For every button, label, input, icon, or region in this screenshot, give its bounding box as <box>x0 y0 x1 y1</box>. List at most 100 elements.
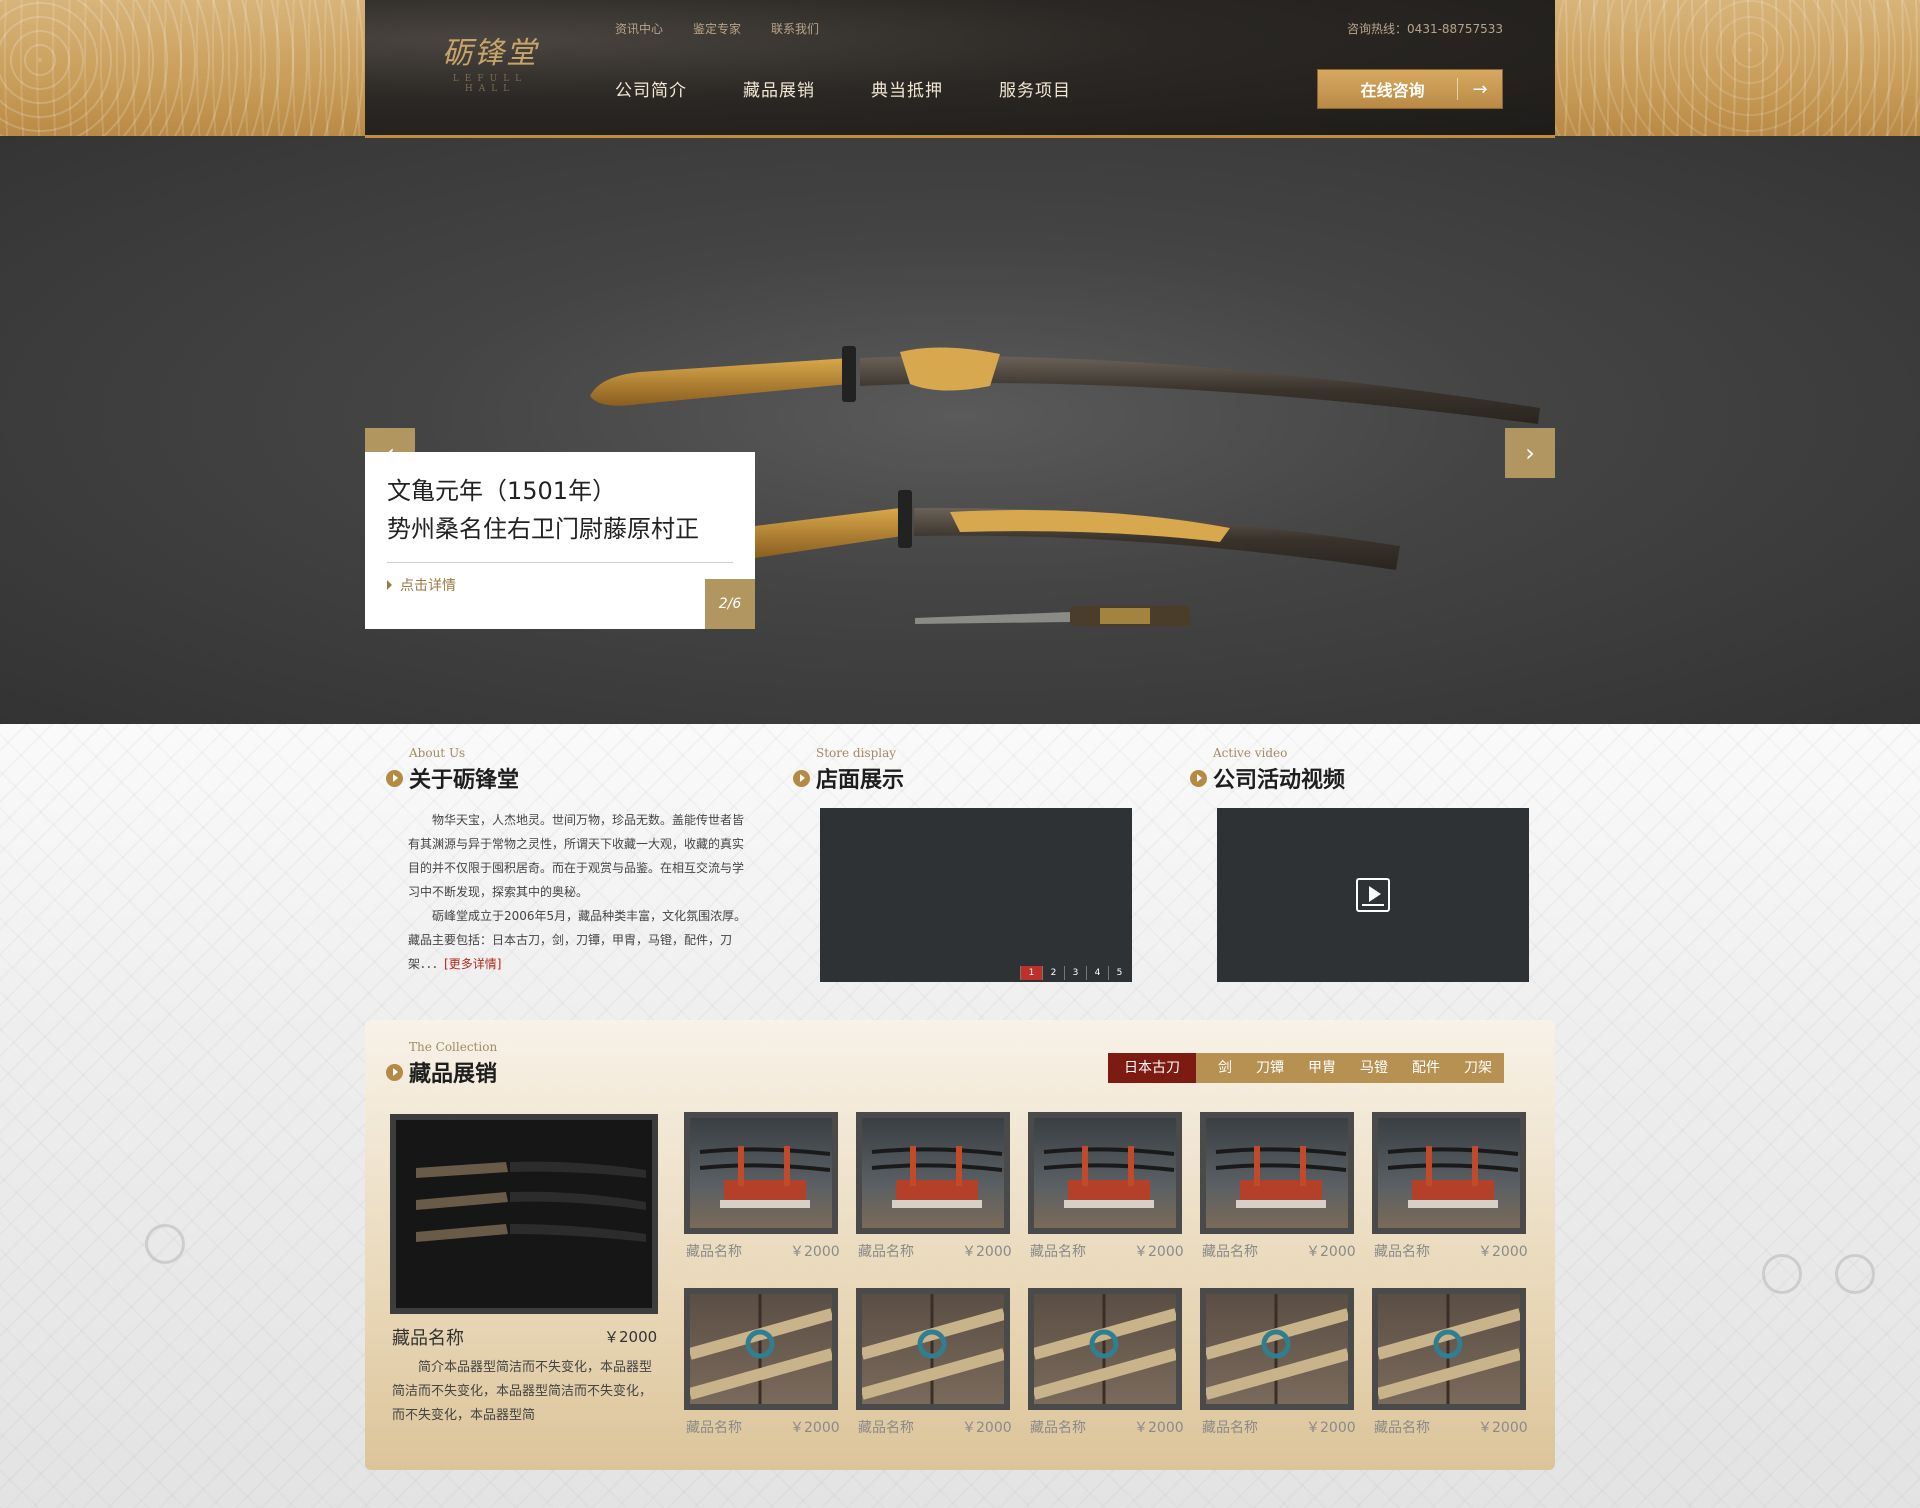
collection-item-image[interactable] <box>856 1112 1010 1234</box>
tab-japanese-swords[interactable]: 日本古刀 <box>1108 1053 1196 1083</box>
site-logo[interactable]: 砺锋堂 LEFULL HALL <box>425 28 555 98</box>
collection-heading-cn: 藏品展销 <box>409 1061 498 1087</box>
collection-item-price: ￥2000 <box>1478 1420 1528 1436</box>
collection-item-image[interactable] <box>1028 1288 1182 1410</box>
online-consult-label: 在线咨询 <box>1360 81 1425 100</box>
store-page-4[interactable]: 4 <box>1086 966 1108 980</box>
featured-item-image[interactable] <box>390 1114 658 1314</box>
tab-sword[interactable]: 剑 <box>1206 1053 1244 1083</box>
top-link-news[interactable]: 资讯中心 <box>615 20 663 37</box>
nav-item-collection[interactable]: 藏品展销 <box>743 76 815 101</box>
decorative-crest-icon <box>145 1224 185 1264</box>
collection-item-price: ￥2000 <box>962 1244 1012 1260</box>
bullet-arrow-icon <box>1190 769 1207 787</box>
video-heading: Active video 公司活动视频 <box>1190 746 1345 794</box>
caption-divider <box>387 562 733 563</box>
logo-text-cn: 砺锋堂 <box>442 36 538 71</box>
top-links: 资讯中心 鉴定专家 联系我们 <box>615 20 819 37</box>
tab-armor[interactable]: 甲胄 <box>1296 1053 1348 1083</box>
hero-next-button[interactable]: › <box>1505 428 1555 478</box>
collection-item-image[interactable] <box>856 1288 1010 1410</box>
collection-item-name[interactable]: 藏品名称 <box>1030 1241 1086 1261</box>
collection-item-price: ￥2000 <box>790 1244 840 1260</box>
featured-katana-image <box>396 1120 652 1308</box>
online-consult-button[interactable]: 在线咨询 → <box>1317 69 1503 109</box>
top-link-contact[interactable]: 联系我们 <box>771 20 819 37</box>
store-page-1[interactable]: 1 <box>1020 966 1042 980</box>
collection-item-image[interactable] <box>1028 1112 1182 1234</box>
sword-stand-image <box>871 1146 1003 1208</box>
collection-item-image[interactable] <box>684 1288 838 1410</box>
header: 砺锋堂 LEFULL HALL 资讯中心 鉴定专家 联系我们 咨询热线：0431… <box>365 0 1555 138</box>
nav-item-about[interactable]: 公司简介 <box>615 76 687 101</box>
collection-item-price: ￥2000 <box>790 1420 840 1436</box>
sword-stand-image <box>699 1146 831 1208</box>
caption-details-link[interactable]: 点击详情 <box>387 575 733 595</box>
tab-sword-stand[interactable]: 刀架 <box>1452 1053 1504 1083</box>
store-page-3[interactable]: 3 <box>1064 966 1086 980</box>
collection-item-image[interactable] <box>684 1112 838 1234</box>
about-paragraph-1: 物华天宝，人杰地灵。世间万物，珍品无数。盖能传世者皆有其渊源与异于常物之灵性，所… <box>408 813 745 899</box>
sword-detail-image <box>862 1294 1004 1404</box>
caption-title-line1: 文亀元年（1501年） <box>387 477 617 505</box>
featured-item-price: ￥2000 <box>604 1328 658 1346</box>
collection-item-image[interactable] <box>1200 1112 1354 1234</box>
collection-item-name[interactable]: 藏品名称 <box>1202 1417 1258 1437</box>
slide-page-indicator: 2/6 <box>705 579 755 629</box>
collection-item-price: ￥2000 <box>1478 1244 1528 1260</box>
collection-item-name[interactable]: 藏品名称 <box>1374 1241 1430 1261</box>
collection-item-name[interactable]: 藏品名称 <box>1030 1417 1086 1437</box>
about-heading: About Us 关于砺锋堂 <box>386 746 519 794</box>
bullet-arrow-icon <box>386 769 403 787</box>
collection-item-image[interactable] <box>1372 1112 1526 1234</box>
sword-stand-image <box>1215 1146 1347 1208</box>
featured-item-name[interactable]: 藏品名称 <box>392 1324 464 1350</box>
video-player[interactable] <box>1217 808 1529 982</box>
play-icon[interactable] <box>1356 878 1390 912</box>
about-more-link[interactable]: [更多详情] <box>444 957 501 971</box>
store-pager: 1 2 3 4 5 <box>1020 966 1130 980</box>
collection-item-name[interactable]: 藏品名称 <box>1202 1241 1258 1261</box>
about-paragraph-2: 砺峰堂成立于2006年5月，藏品种类丰富，文化氛围浓厚。藏品主要包括：日本古刀，… <box>408 904 748 976</box>
decorative-crest-icon <box>1835 1254 1875 1294</box>
about-heading-cn: 关于砺锋堂 <box>409 767 520 793</box>
main-nav: 公司简介 藏品展销 典当抵押 服务项目 <box>615 76 1071 101</box>
collection-item-price: ￥2000 <box>1134 1420 1184 1436</box>
collection-item-name[interactable]: 藏品名称 <box>1374 1417 1430 1437</box>
bullet-arrow-icon <box>793 769 810 787</box>
collection-item-name[interactable]: 藏品名称 <box>858 1241 914 1261</box>
collection-item-name[interactable]: 藏品名称 <box>686 1241 742 1261</box>
hotline: 咨询热线：0431-88757533 <box>1347 22 1503 36</box>
sword-stand-image <box>1043 1146 1175 1208</box>
caption-title-line2: 势州桑名住右卫门尉藤原村正 <box>387 515 699 543</box>
sword-detail-image <box>1206 1294 1348 1404</box>
collection-tabs: 日本古刀 剑 刀镡 甲胄 马镫 配件 刀架 <box>1108 1053 1504 1083</box>
tab-tsuba[interactable]: 刀镡 <box>1244 1053 1296 1083</box>
video-heading-cn: 公司活动视频 <box>1213 767 1346 793</box>
tab-stirrups[interactable]: 马镫 <box>1348 1053 1400 1083</box>
store-heading: Store display 店面展示 <box>793 746 904 794</box>
collection-item-name[interactable]: 藏品名称 <box>686 1417 742 1437</box>
arrow-right-icon: → <box>1472 78 1488 100</box>
store-slideshow[interactable]: 1 2 3 4 5 <box>820 808 1132 982</box>
collection-item-price: ￥2000 <box>1306 1420 1356 1436</box>
hero-banner: ‹ › 文亀元年（1501年） 势州桑名住右卫门尉藤原村正 点击详情 2/6 <box>0 136 1920 724</box>
nav-item-services[interactable]: 服务项目 <box>999 76 1071 101</box>
tab-accessories[interactable]: 配件 <box>1400 1053 1452 1083</box>
collection-item-price: ￥2000 <box>962 1420 1012 1436</box>
bullet-arrow-icon <box>386 1063 403 1081</box>
nav-item-pawn[interactable]: 典当抵押 <box>871 76 943 101</box>
chevron-right-icon: › <box>1525 439 1535 467</box>
store-heading-en: Store display <box>816 746 897 760</box>
top-link-experts[interactable]: 鉴定专家 <box>693 20 741 37</box>
sword-detail-image <box>1034 1294 1176 1404</box>
store-page-5[interactable]: 5 <box>1108 966 1130 980</box>
sword-detail-image <box>690 1294 832 1404</box>
store-page-2[interactable]: 2 <box>1042 966 1064 980</box>
decorative-crest-icon <box>1762 1254 1802 1294</box>
collection-item-image[interactable] <box>1200 1288 1354 1410</box>
collection-item-name[interactable]: 藏品名称 <box>858 1417 914 1437</box>
collection-item-image[interactable] <box>1372 1288 1526 1410</box>
sword-stand-image <box>1387 1146 1519 1208</box>
featured-item-desc: 简介本品器型简洁而不失变化，本品器型简洁而不失变化，本品器型简洁而不失变化，而不… <box>392 1360 653 1423</box>
